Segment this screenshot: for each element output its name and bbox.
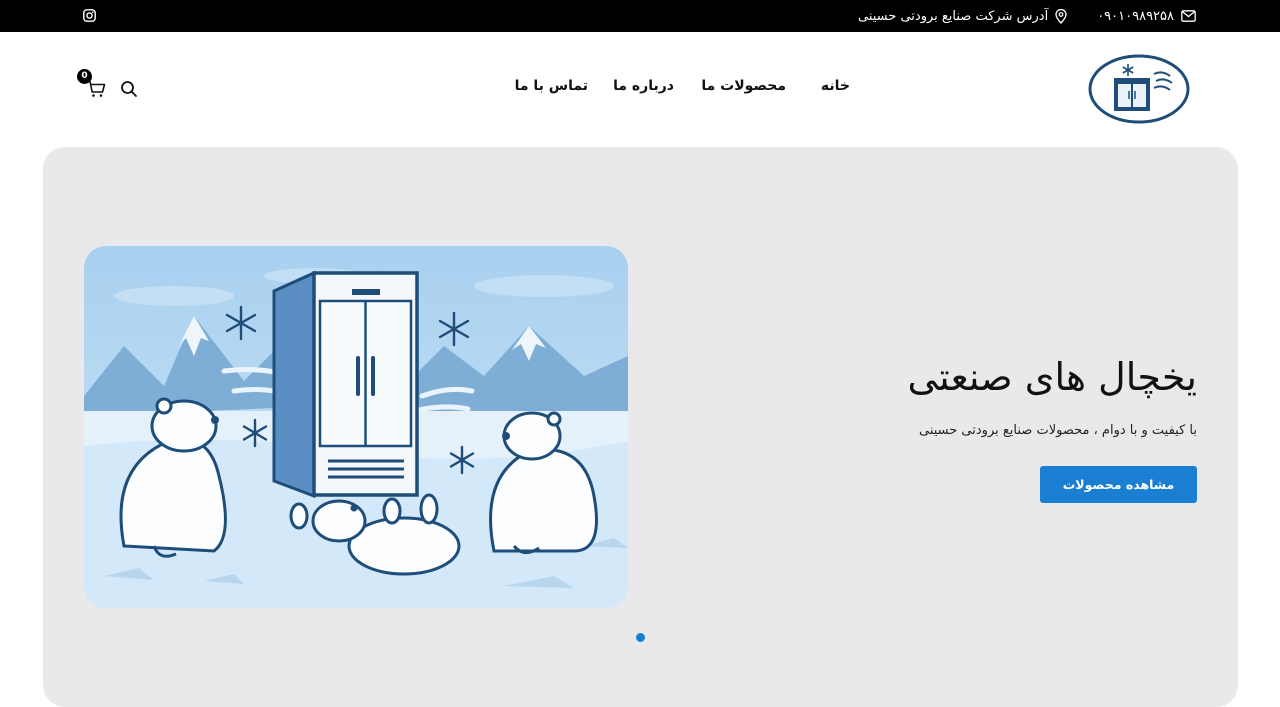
phone-number: ۰۹۰۱۰۹۸۹۲۵۸ [1097, 8, 1174, 24]
nav-item-home[interactable]: خانه [821, 78, 850, 94]
site-header: خانه محصولات ما درباره ما تماس با ما 0 [0, 32, 1280, 146]
nav-item-about[interactable]: درباره ما [613, 78, 674, 94]
hero-illustration [84, 246, 628, 608]
view-products-button[interactable]: مشاهده محصولات [1040, 466, 1197, 503]
address-item[interactable]: آدرس شرکت صنایع برودتی حسینی [858, 8, 1067, 24]
contact-info: ۰۹۰۱۰۹۸۹۲۵۸ آدرس شرکت صنایع برودتی حسینی [858, 0, 1196, 32]
top-bar: ۰۹۰۱۰۹۸۹۲۵۸ آدرس شرکت صنایع برودتی حسینی [0, 0, 1280, 32]
cart-count-badge: 0 [77, 69, 92, 84]
mail-icon [1181, 10, 1196, 22]
location-pin-icon [1055, 8, 1067, 24]
nav-item-products[interactable]: محصولات ما [701, 78, 786, 94]
address-text: آدرس شرکت صنایع برودتی حسینی [858, 8, 1049, 24]
hero-subtitle: با کیفیت و با دوام ، محصولات صنایع برودت… [918, 423, 1197, 438]
hero-slider: یخچال های صنعتی با کیفیت و با دوام ، محص… [43, 147, 1238, 707]
main-nav: خانه محصولات ما درباره ما تماس با ما [0, 78, 1280, 100]
search-icon[interactable] [120, 80, 138, 98]
instagram-icon[interactable] [83, 9, 96, 22]
nav-item-contact[interactable]: تماس با ما [515, 78, 588, 94]
phone-item[interactable]: ۰۹۰۱۰۹۸۹۲۵۸ [1097, 9, 1196, 24]
cart-icon[interactable] [86, 80, 106, 98]
slider-dot-active[interactable] [636, 633, 645, 642]
hero-title: یخچال های صنعتی [907, 355, 1197, 399]
